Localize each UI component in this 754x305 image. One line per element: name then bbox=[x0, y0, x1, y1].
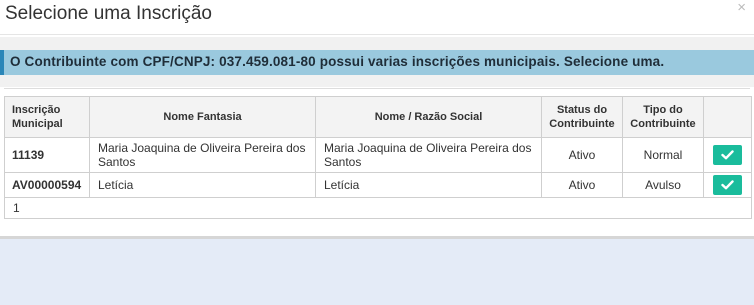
select-button[interactable] bbox=[713, 145, 742, 165]
cell-razao-social: Letícia bbox=[315, 172, 542, 198]
cell-nome-fantasia: Letícia bbox=[89, 172, 316, 198]
table-footer-row: 1 bbox=[4, 197, 752, 219]
column-header-nome-fantasia[interactable]: Nome Fantasia bbox=[89, 96, 316, 138]
modal-header: Selecione uma Inscrição × bbox=[0, 0, 754, 35]
table-row[interactable]: AV00000594 Letícia Letícia Ativo Avulso bbox=[4, 172, 752, 198]
cell-action bbox=[703, 137, 752, 173]
inscriptions-table: Inscrição Municipal Nome Fantasia Nome /… bbox=[4, 96, 752, 219]
cell-status: Ativo bbox=[541, 172, 623, 198]
select-button[interactable] bbox=[713, 175, 742, 195]
column-header-inscricao[interactable]: Inscrição Municipal bbox=[4, 96, 90, 138]
table-header-row: Inscrição Municipal Nome Fantasia Nome /… bbox=[4, 96, 752, 138]
info-alert: O Contribuinte com CPF/CNPJ: 037.459.081… bbox=[0, 50, 754, 75]
modal-title: Selecione uma Inscrição bbox=[5, 3, 212, 24]
cell-nome-fantasia: Maria Joaquina de Oliveira Pereira dos S… bbox=[89, 137, 316, 173]
info-message: O Contribuinte com CPF/CNPJ: 037.459.081… bbox=[10, 54, 665, 69]
cell-razao-social: Maria Joaquina de Oliveira Pereira dos S… bbox=[315, 137, 542, 173]
column-header-tipo[interactable]: Tipo do Contribuinte bbox=[622, 96, 704, 138]
cell-tipo: Normal bbox=[622, 137, 704, 173]
column-header-status[interactable]: Status do Contribuinte bbox=[541, 96, 623, 138]
table-row[interactable]: 11139 Maria Joaquina de Oliveira Pereira… bbox=[4, 137, 752, 173]
close-icon[interactable]: × bbox=[737, 0, 746, 15]
cell-status: Ativo bbox=[541, 137, 623, 173]
column-header-action bbox=[703, 96, 752, 138]
select-inscription-modal: Selecione uma Inscrição × O Contribuinte… bbox=[0, 0, 754, 238]
check-icon bbox=[721, 150, 734, 160]
divider bbox=[4, 88, 750, 89]
cell-action bbox=[703, 172, 752, 198]
pagination-page[interactable]: 1 bbox=[4, 197, 752, 219]
modal-footer-border bbox=[0, 236, 754, 239]
check-icon bbox=[721, 180, 734, 190]
column-header-razao-social[interactable]: Nome / Razão Social bbox=[315, 96, 542, 138]
cell-inscricao: 11139 bbox=[4, 137, 90, 173]
cell-inscricao: AV00000594 bbox=[4, 172, 90, 198]
cell-tipo: Avulso bbox=[622, 172, 704, 198]
